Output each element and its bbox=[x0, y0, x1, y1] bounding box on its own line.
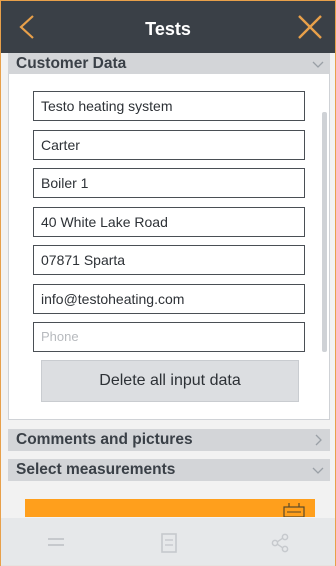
panel-scrollbar[interactable] bbox=[322, 112, 327, 352]
menu-icon bbox=[48, 538, 64, 546]
street-field[interactable]: 40 White Lake Road bbox=[33, 207, 305, 237]
nav-share[interactable] bbox=[265, 528, 295, 558]
app-screen: Tests Customer Data Testo heating system… bbox=[0, 0, 336, 566]
delete-all-button[interactable]: Delete all input data bbox=[41, 360, 299, 402]
nav-list[interactable] bbox=[154, 528, 184, 558]
title-bar: Tests bbox=[1, 1, 335, 53]
instrument-icon bbox=[283, 503, 305, 517]
customer-data-panel: Testo heating system Carter Boiler 1 40 … bbox=[8, 74, 330, 420]
customer-name-field[interactable]: Carter bbox=[33, 130, 305, 160]
chevron-down-icon bbox=[312, 467, 324, 474]
page-title: Tests bbox=[145, 19, 191, 39]
close-icon bbox=[298, 15, 322, 39]
location-field[interactable]: Boiler 1 bbox=[33, 168, 305, 198]
bottom-navigation bbox=[1, 518, 335, 566]
company-field[interactable]: Testo heating system bbox=[33, 91, 305, 121]
section-customer-data[interactable]: Customer Data bbox=[8, 53, 330, 75]
chevron-right-icon bbox=[315, 434, 322, 446]
measurement-tile[interactable] bbox=[25, 499, 315, 517]
section-comments-pictures[interactable]: Comments and pictures bbox=[8, 429, 330, 451]
section-comments-label: Comments and pictures bbox=[16, 431, 193, 448]
email-field[interactable]: info@testoheating.com bbox=[33, 284, 305, 314]
chevron-down-icon bbox=[312, 61, 324, 68]
section-select-measurements[interactable]: Select measurements bbox=[8, 459, 330, 481]
section-customer-data-label: Customer Data bbox=[16, 55, 127, 72]
section-measurements-label: Select measurements bbox=[16, 461, 176, 478]
close-button[interactable] bbox=[293, 10, 327, 44]
city-field[interactable]: 07871 Sparta bbox=[33, 245, 305, 275]
nav-menu[interactable] bbox=[41, 528, 71, 558]
phone-field[interactable]: Phone bbox=[33, 322, 305, 352]
share-icon bbox=[271, 533, 289, 553]
list-icon bbox=[161, 533, 177, 553]
